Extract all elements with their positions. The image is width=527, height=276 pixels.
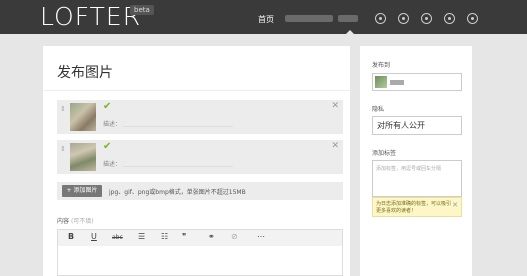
content-label: 内容 (可不填) <box>57 218 94 225</box>
tags-input[interactable]: 添加标签，用逗号或回车分隔 <box>372 160 462 197</box>
tip-text: 为日志添加准确的标签，可以吸引更多喜欢的读者！ <box>376 201 452 214</box>
content-editor[interactable] <box>57 246 343 276</box>
add-image-hint: jpg、gif、png或bmp格式，单张图片不超过15MB <box>109 189 246 196</box>
strikethrough-button[interactable]: abc <box>112 234 123 241</box>
image-thumbnail <box>70 103 96 131</box>
message-icon[interactable] <box>398 13 409 24</box>
tags-label: 添加标签 <box>372 150 397 157</box>
bold-button[interactable]: B <box>68 232 74 241</box>
privacy-label: 隐私 <box>372 106 385 113</box>
post-editor-panel: 发布图片 ⇕ ✔ 描述： ✕ ⇕ ✔ 描述： ✕ + 添加图片 jpg、gif、… <box>43 46 350 276</box>
description-label: 描述： <box>103 121 122 128</box>
drag-handle-icon[interactable]: ⇕ <box>60 105 66 113</box>
blog-avatar <box>375 76 387 88</box>
nav-home[interactable]: 首页 <box>258 14 274 25</box>
blog-name-blurred <box>390 80 404 85</box>
unlink-button[interactable]: ⊘ <box>231 232 238 241</box>
remove-image-icon[interactable]: ✕ <box>331 101 339 111</box>
tags-tip: 为日志添加准确的标签，可以吸引更多喜欢的读者！ ✕ <box>372 197 462 217</box>
blog-select[interactable] <box>372 73 462 91</box>
privacy-select[interactable]: 对所有人公开 <box>372 116 462 135</box>
publish-sidebar: 发布到 隐私 对所有人公开 添加标签 添加标签，用逗号或回车分隔 为日志添加准确… <box>360 46 472 276</box>
numbered-list-button[interactable]: ☷ <box>161 232 168 241</box>
menu-icon[interactable] <box>375 13 386 24</box>
check-icon: ✔ <box>103 141 112 152</box>
description-input[interactable] <box>123 166 233 167</box>
underline-button[interactable]: U <box>91 232 97 241</box>
image-item: ⇕ ✔ 描述： ✕ <box>57 140 343 174</box>
nav-item-blurred[interactable] <box>338 15 358 22</box>
content-optional-hint: (可不填) <box>70 218 94 225</box>
power-icon[interactable] <box>467 13 478 24</box>
editor-toolbar: B U abc ☰ ☷ ❞ ⚭ ⊘ ⋯ <box>57 229 343 247</box>
image-thumbnail <box>70 143 96 171</box>
beta-badge: beta <box>130 5 154 15</box>
description-label: 描述： <box>103 161 122 168</box>
nav-item-blurred[interactable] <box>285 15 333 22</box>
explore-icon[interactable] <box>421 13 432 24</box>
add-image-button[interactable]: + 添加图片 <box>62 185 102 197</box>
nav-caret-icon <box>346 30 354 34</box>
description-input[interactable] <box>123 126 233 127</box>
more-button[interactable]: ⋯ <box>257 232 265 241</box>
drag-handle-icon[interactable]: ⇕ <box>60 145 66 153</box>
remove-image-icon[interactable]: ✕ <box>331 141 339 151</box>
user-icon[interactable] <box>444 13 455 24</box>
link-button[interactable]: ⚭ <box>208 232 215 241</box>
page-title: 发布图片 <box>57 65 113 81</box>
tip-close-icon[interactable]: ✕ <box>452 201 458 209</box>
quote-button[interactable]: ❞ <box>182 232 186 241</box>
divider <box>43 90 350 91</box>
check-icon: ✔ <box>103 101 112 112</box>
add-image-bar: + 添加图片 jpg、gif、png或bmp格式，单张图片不超过15MB <box>57 182 343 200</box>
publish-to-label: 发布到 <box>372 62 391 69</box>
lofter-logo[interactable]: LOFTER <box>40 4 141 30</box>
bullet-list-button[interactable]: ☰ <box>138 232 145 241</box>
top-nav: LOFTER beta 首页 <box>0 0 527 34</box>
image-item: ⇕ ✔ 描述： ✕ <box>57 100 343 134</box>
tags-placeholder: 添加标签，用逗号或回车分隔 <box>376 166 442 172</box>
